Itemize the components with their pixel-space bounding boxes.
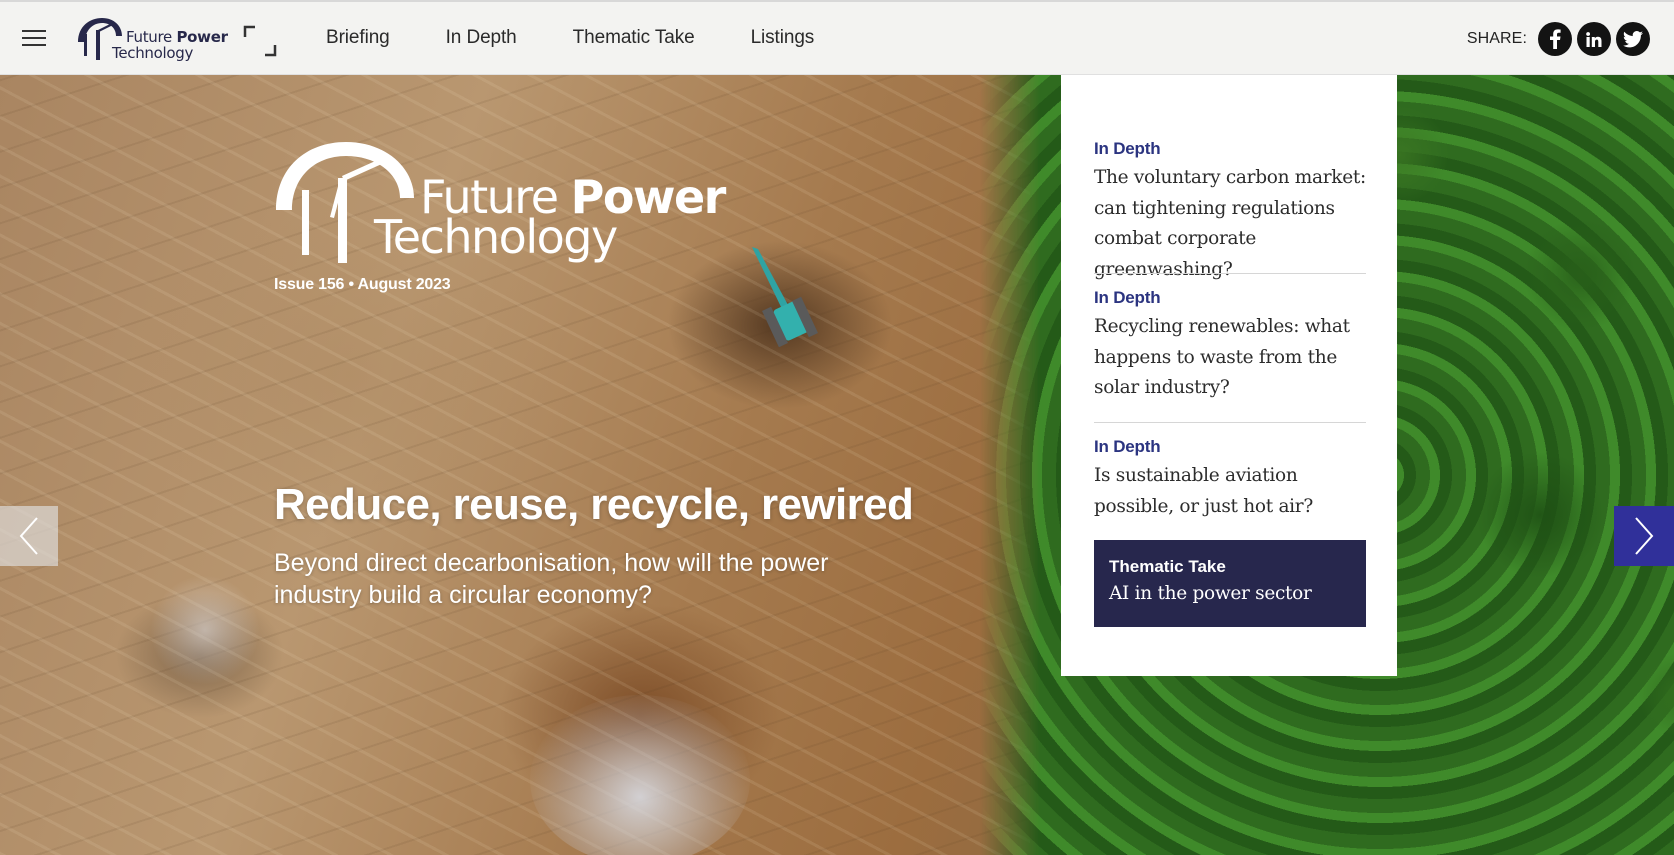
article-title[interactable]: Recycling renewables: what happens to wa… — [1094, 312, 1378, 404]
share-label: SHARE: — [1466, 30, 1527, 47]
divider — [1094, 422, 1366, 423]
linkedin-icon[interactable] — [1577, 22, 1611, 56]
thematic-take-card[interactable]: Thematic Take AI in the power sector — [1094, 540, 1366, 627]
divider — [1094, 273, 1366, 274]
hero-logo-text-bottom: Technology — [374, 210, 618, 264]
facebook-icon[interactable] — [1538, 22, 1572, 56]
smoke-image-area-small — [150, 575, 260, 685]
thematic-title[interactable]: AI in the power sector — [1109, 583, 1351, 604]
site-logo[interactable]: Future Power Technology — [76, 16, 228, 62]
nav-briefing[interactable]: Briefing — [326, 27, 390, 49]
chevron-left-icon — [19, 517, 38, 555]
hero-logo: Future Power Technology — [274, 140, 726, 290]
nav-in-depth[interactable]: In Depth — [446, 27, 517, 49]
featured-articles-panel: In Depth The voluntary carbon market: ca… — [1061, 75, 1397, 676]
previous-slide-button[interactable] — [0, 506, 58, 566]
thematic-category: Thematic Take — [1109, 557, 1226, 576]
article-category: In Depth — [1094, 437, 1161, 456]
hero-headline[interactable]: Reduce, reuse, recycle, rewired — [274, 480, 954, 530]
article-title[interactable]: The voluntary carbon market: can tighten… — [1094, 163, 1378, 285]
article-card[interactable]: In Depth The voluntary carbon market: ca… — [1094, 139, 1378, 285]
article-card[interactable]: In Depth Is sustainable aviation possibl… — [1094, 437, 1378, 522]
hero-banner: Future Power Technology Issue 156 • Augu… — [0, 75, 1674, 855]
article-title[interactable]: Is sustainable aviation possible, or jus… — [1094, 461, 1378, 522]
issue-info: Issue 156 • August 2023 — [274, 276, 451, 293]
main-nav: Briefing In Depth Thematic Take Listings — [326, 27, 870, 49]
menu-icon[interactable] — [22, 30, 46, 48]
logo-text-bottom: Technology — [112, 44, 194, 62]
hero-subheadline: Beyond direct decarbonisation, how will … — [274, 549, 829, 609]
article-card[interactable]: In Depth Recycling renewables: what happ… — [1094, 288, 1378, 404]
nav-thematic-take[interactable]: Thematic Take — [573, 27, 695, 49]
top-navigation-bar: Future Power Technology Briefing In Dept… — [0, 0, 1674, 75]
next-slide-button[interactable] — [1614, 506, 1674, 566]
fullscreen-icon[interactable] — [243, 25, 277, 57]
twitter-icon[interactable] — [1616, 22, 1650, 56]
nav-listings[interactable]: Listings — [751, 27, 815, 49]
article-category: In Depth — [1094, 288, 1161, 307]
chevron-right-icon — [1635, 517, 1654, 555]
share-bar: SHARE: — [1467, 22, 1650, 56]
smoke-image-area — [530, 695, 750, 855]
excavator-image — [752, 247, 818, 348]
article-category: In Depth — [1094, 139, 1161, 158]
